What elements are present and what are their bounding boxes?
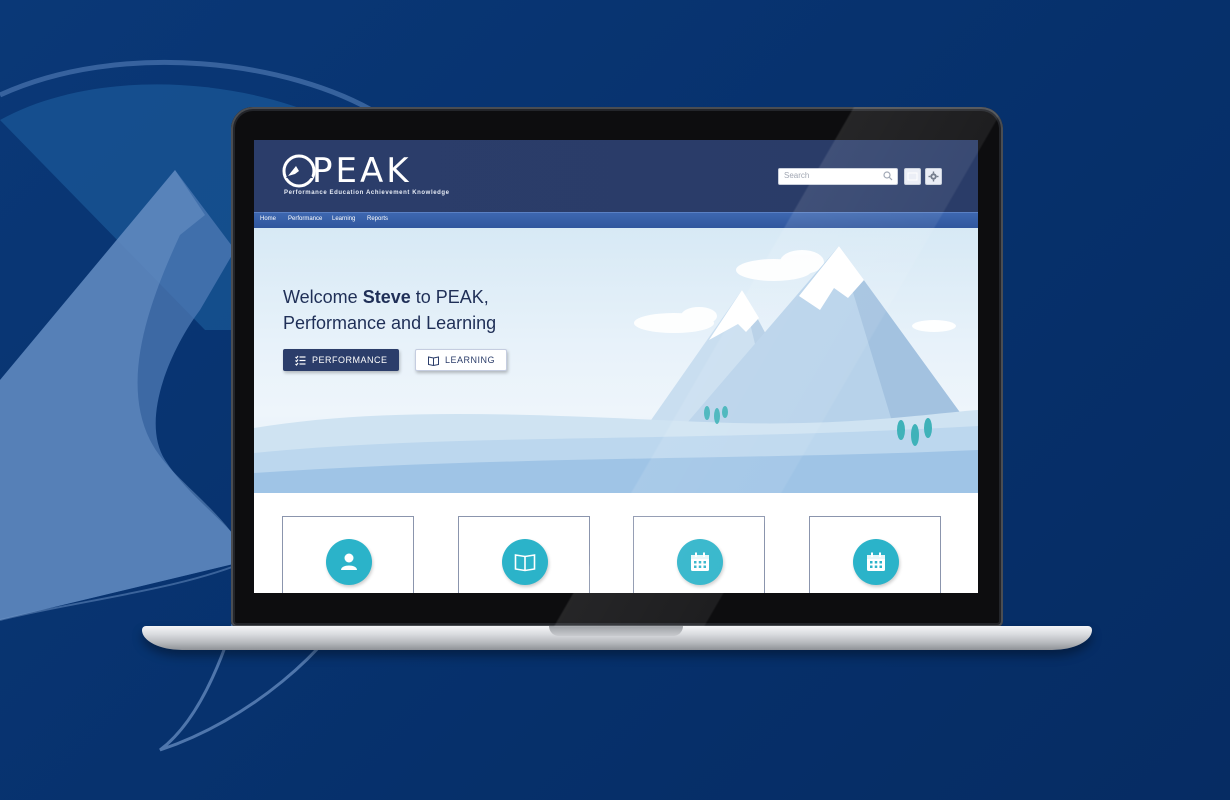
main-nav: Home Performance Learning Reports <box>254 212 978 229</box>
card-icon-circle <box>502 539 548 585</box>
welcome-line2: Performance and Learning <box>283 313 497 333</box>
inbox-icon <box>907 172 918 181</box>
hero-banner: Welcome Steve to PEAK, Performance and L… <box>254 228 978 493</box>
user-icon <box>341 553 357 570</box>
calendar-icon <box>691 552 709 571</box>
nav-reports[interactable]: Reports <box>367 216 388 222</box>
inbox-button[interactable] <box>904 168 921 185</box>
welcome-heading: Welcome Steve to PEAK, Performance and L… <box>283 284 496 336</box>
performance-button[interactable]: PERFORMANCE <box>283 349 399 371</box>
checklist-icon <box>295 355 306 366</box>
feature-cards <box>254 493 978 593</box>
search-input[interactable]: Search <box>778 168 898 185</box>
learning-card[interactable] <box>458 516 590 593</box>
learning-button-label: LEARNING <box>445 355 496 365</box>
welcome-suffix: to PEAK, <box>410 287 489 307</box>
performance-button-label: PERFORMANCE <box>312 355 388 365</box>
user-name: Steve <box>362 287 411 307</box>
welcome-prefix: Welcome <box>283 287 363 307</box>
card-icon-circle <box>853 539 899 585</box>
nav-performance[interactable]: Performance <box>288 216 322 222</box>
app-header: PEAK Performance Education Achievement K… <box>254 140 978 212</box>
mountain-logo-icon <box>282 154 316 188</box>
card-icon-circle <box>677 539 723 585</box>
settings-button[interactable] <box>925 168 942 185</box>
calendar-icon <box>867 552 885 571</box>
laptop-notch <box>549 626 683 636</box>
logo-text: PEAK <box>312 151 412 191</box>
book-icon <box>428 355 439 366</box>
profile-card[interactable] <box>282 516 414 593</box>
learning-button[interactable]: LEARNING <box>415 349 507 371</box>
schedule-card[interactable] <box>809 516 941 593</box>
book-icon <box>514 554 536 572</box>
laptop-screen: PEAK Performance Education Achievement K… <box>254 140 978 593</box>
nav-learning[interactable]: Learning <box>332 216 355 222</box>
gear-icon <box>928 171 939 182</box>
card-icon-circle <box>326 539 372 585</box>
logo-tagline: Performance Education Achievement Knowle… <box>284 190 450 196</box>
nav-home[interactable]: Home <box>260 216 276 222</box>
search-icon[interactable] <box>883 171 893 181</box>
search-placeholder: Search <box>784 171 810 180</box>
calendar-card[interactable] <box>633 516 765 593</box>
